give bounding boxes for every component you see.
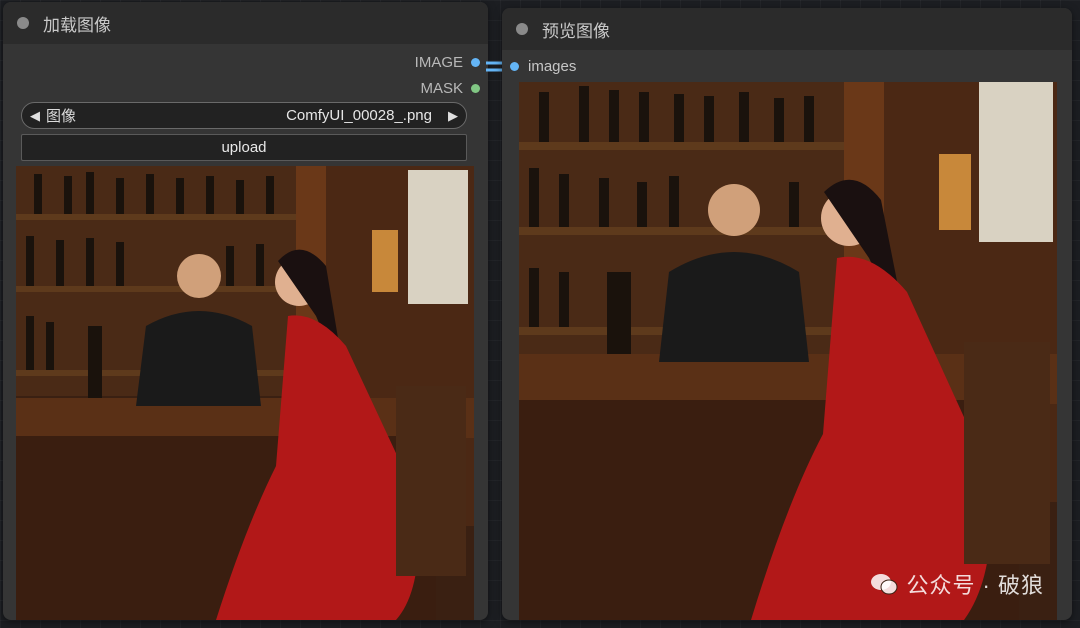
- upload-button[interactable]: upload: [21, 134, 467, 161]
- combo-next-arrow[interactable]: ▶: [448, 108, 458, 124]
- node-header[interactable]: 加载图像: [3, 2, 488, 44]
- node-collapse-dot[interactable]: [17, 17, 29, 29]
- loaded-image: [16, 166, 474, 620]
- node-header[interactable]: 预览图像: [502, 8, 1072, 50]
- output-mask-label: MASK: [420, 80, 463, 97]
- photo-bar-scene: [16, 166, 474, 620]
- node-collapse-dot[interactable]: [516, 23, 528, 35]
- node-title: 加载图像: [43, 15, 111, 35]
- output-mask[interactable]: MASK: [420, 80, 480, 97]
- photo-bar-scene: [519, 82, 1057, 620]
- watermark-text: 公众号 · 破狼: [906, 573, 1044, 598]
- combo-value[interactable]: ComfyUI_00028_.png: [76, 107, 432, 124]
- combo-prev-arrow[interactable]: ◀: [30, 108, 40, 124]
- preview-image: [519, 82, 1057, 620]
- combo-label: 图像: [46, 108, 77, 125]
- image-combo-widget[interactable]: ◀ 图像 ComfyUI_00028_.png ▶: [21, 102, 467, 129]
- watermark: 公众号 · 破狼: [870, 568, 1044, 600]
- output-image-label: IMAGE: [414, 54, 463, 71]
- input-images[interactable]: images: [510, 58, 576, 75]
- input-images-label: images: [528, 58, 577, 75]
- node-title: 预览图像: [542, 21, 610, 41]
- input-images-slot[interactable]: [510, 62, 519, 71]
- preview-image-node[interactable]: 预览图像 images: [502, 8, 1072, 620]
- wechat-icon: [871, 574, 898, 595]
- output-mask-slot[interactable]: [471, 84, 480, 93]
- output-image-slot[interactable]: [471, 58, 480, 67]
- load-image-node[interactable]: 加载图像 IMAGE MASK ◀ 图像 ComfyUI_00028_.png …: [3, 2, 488, 620]
- output-image[interactable]: IMAGE: [415, 54, 480, 71]
